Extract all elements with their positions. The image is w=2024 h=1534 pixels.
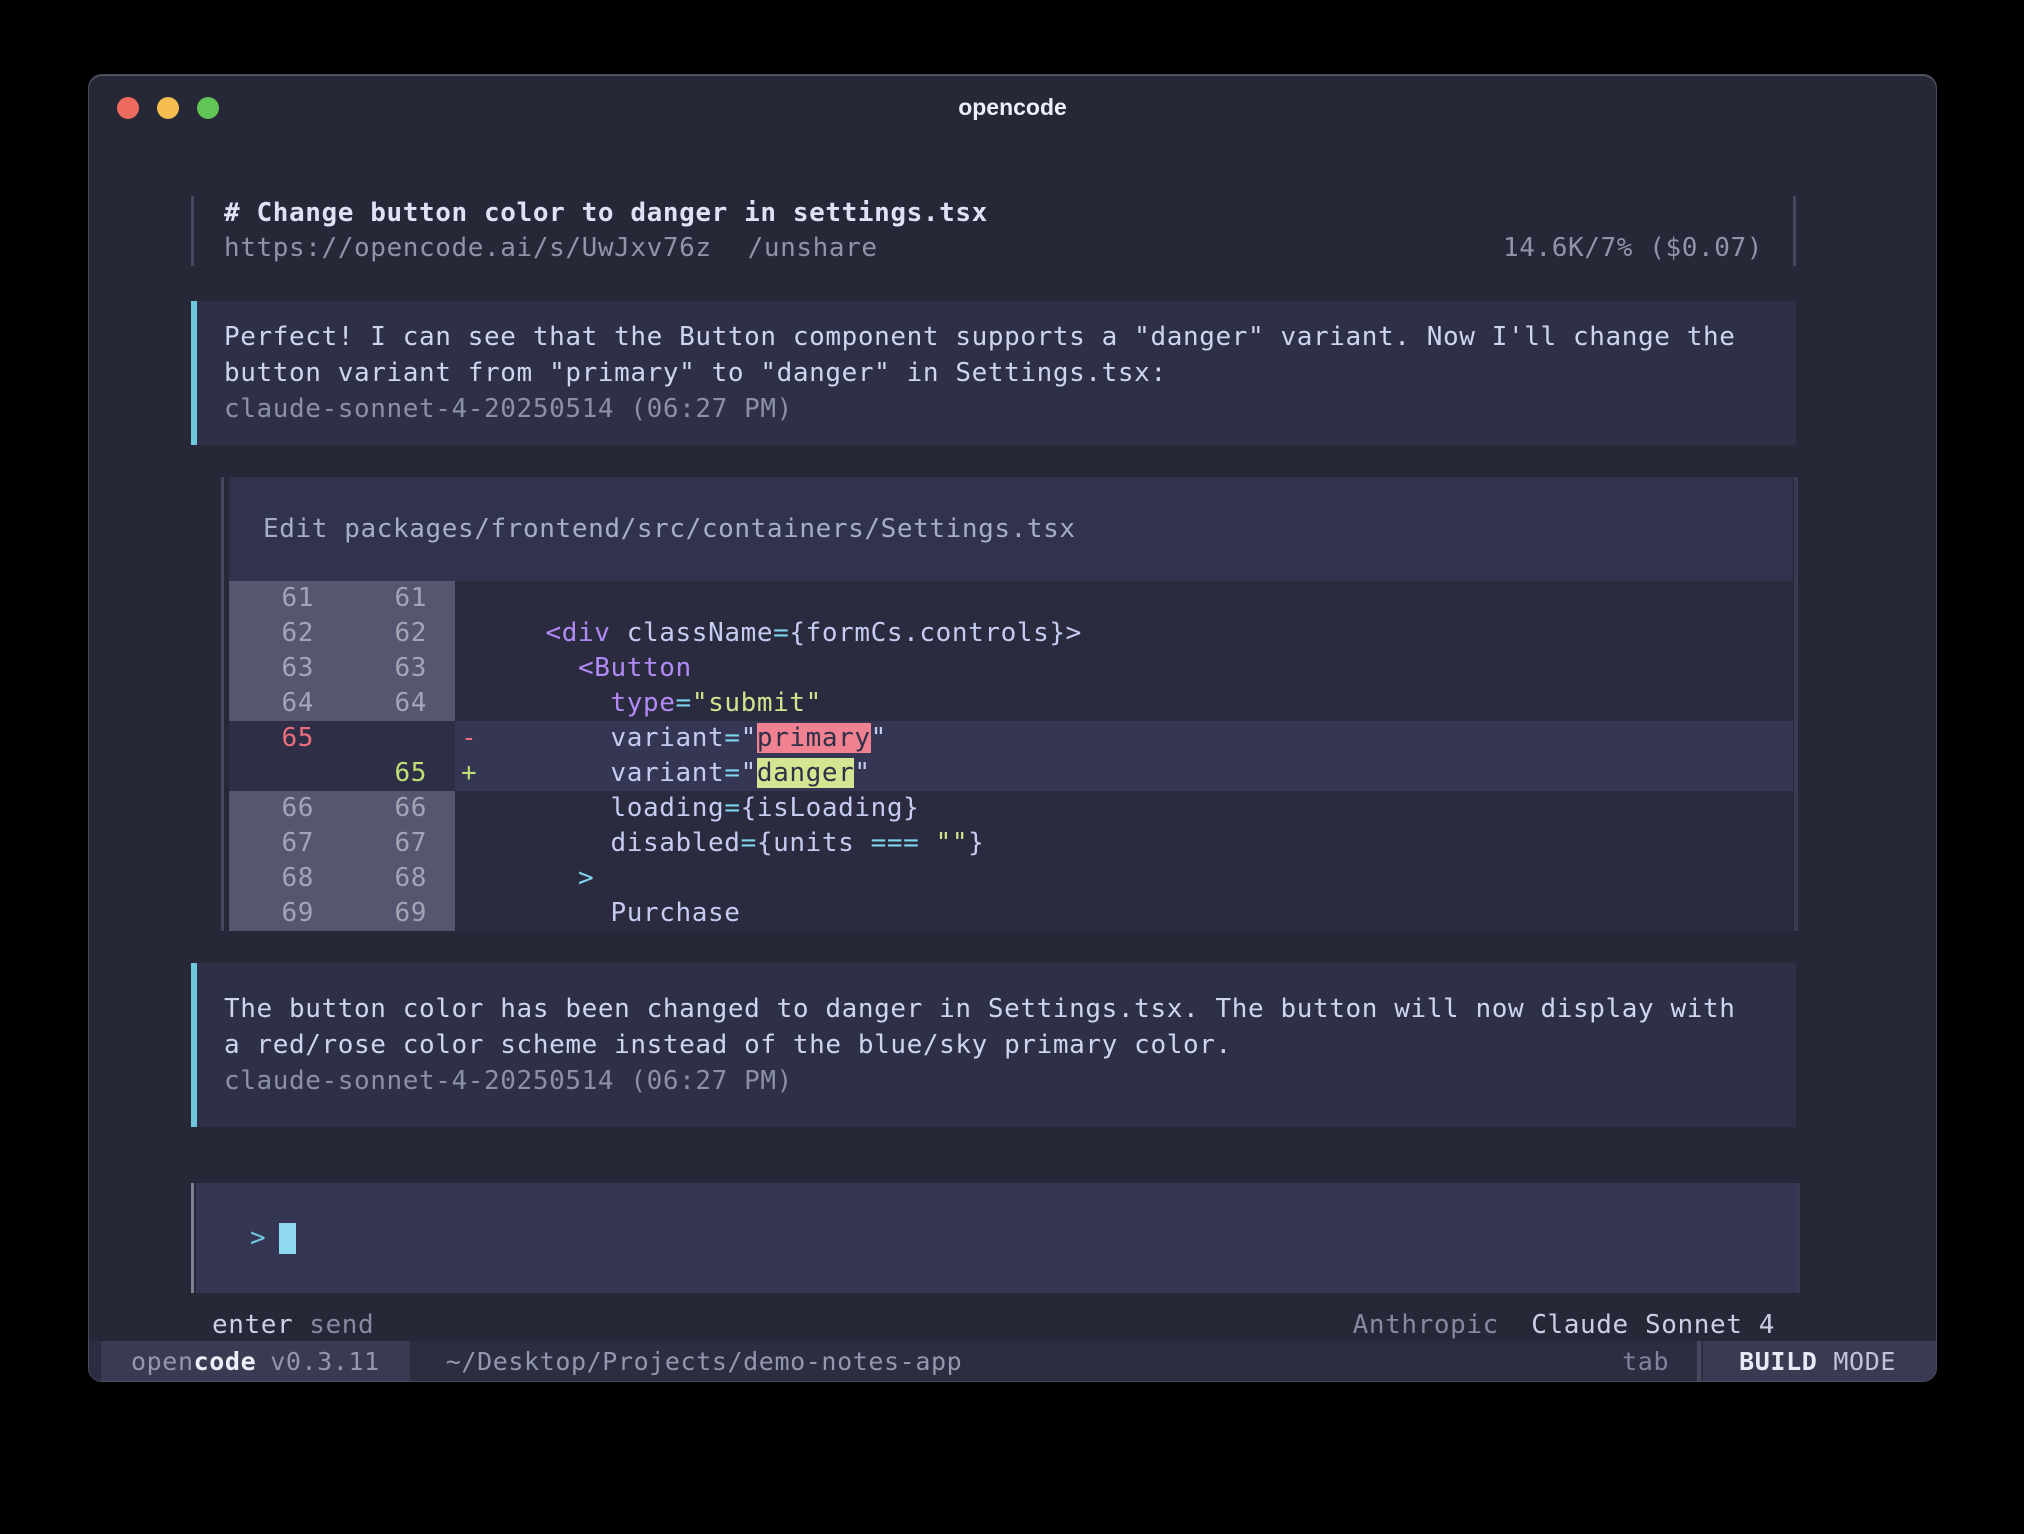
token-usage: 14.6K/7% ($0.07) xyxy=(1503,231,1763,266)
diff-row: 6464 type="submit" xyxy=(229,686,1793,721)
diff-row: 6868 > xyxy=(229,861,1793,896)
message-text: button variant from "primary" to "danger… xyxy=(224,355,1796,391)
edit-file-title: Edit packages/frontend/src/containers/Se… xyxy=(229,477,1793,581)
app-version: v0.3.11 xyxy=(270,1347,380,1376)
diff-row: 6666 loading={isLoading} xyxy=(229,791,1793,826)
mode-label: MODE xyxy=(1833,1347,1896,1376)
diff-row: 65- variant="primary" xyxy=(229,721,1793,756)
send-hint-label: send xyxy=(309,1309,374,1341)
mode-toggle[interactable]: BUILD MODE xyxy=(1703,1341,1936,1381)
status-bar: opencode v0.3.11 ~/Desktop/Projects/demo… xyxy=(89,1341,1936,1381)
hint-bar: enter send Anthropic Claude Sonnet 4 xyxy=(191,1309,1796,1341)
diff-row: 65+ variant="danger" xyxy=(229,756,1793,791)
app-version-segment: opencode v0.3.11 xyxy=(101,1341,410,1381)
titlebar: opencode xyxy=(89,75,1936,139)
share-url: https://opencode.ai/s/UwJxv76z xyxy=(224,231,712,266)
session-header: # Change button color to danger in setti… xyxy=(191,196,1796,266)
input-left-border xyxy=(191,1183,194,1293)
app-window: opencode # Change button color to danger… xyxy=(88,74,1937,1382)
window-title: opencode xyxy=(89,75,1936,139)
tab-key-hint: tab xyxy=(1622,1341,1697,1381)
message-text: Perfect! I can see that the Button compo… xyxy=(224,319,1796,355)
diff-row: 6767 disabled={units === ""} xyxy=(229,826,1793,861)
working-directory: ~/Desktop/Projects/demo-notes-app xyxy=(410,1341,963,1381)
edit-left-border xyxy=(221,477,224,931)
diff-rows: 61616262 <div className={formCs.controls… xyxy=(229,581,1793,931)
diff-row: 6161 xyxy=(229,581,1793,616)
message-meta: claude-sonnet-4-20250514 (06:27 PM) xyxy=(224,391,1796,427)
brand-code: code xyxy=(194,1347,257,1376)
statusbar-divider xyxy=(1697,1341,1701,1381)
assistant-message-2: The button color has been changed to dan… xyxy=(191,963,1796,1127)
mode-build-label: BUILD xyxy=(1739,1347,1817,1376)
prompt-input[interactable]: > xyxy=(196,1183,1796,1293)
model-name: Claude Sonnet 4 xyxy=(1531,1310,1775,1340)
message-text: The button color has been changed to dan… xyxy=(224,991,1796,1027)
provider-name: Anthropic xyxy=(1353,1310,1499,1340)
text-cursor xyxy=(279,1223,296,1254)
session-title: # Change button color to danger in setti… xyxy=(224,196,1763,231)
message-meta: claude-sonnet-4-20250514 (06:27 PM) xyxy=(224,1063,1796,1099)
diff-row: 6969 Purchase xyxy=(229,896,1793,931)
brand-open: open xyxy=(131,1347,194,1376)
input-scrollbar[interactable] xyxy=(1796,1183,1800,1293)
diff-row: 6363 <Button xyxy=(229,651,1793,686)
assistant-message-1: Perfect! I can see that the Button compo… xyxy=(191,301,1796,445)
prompt-input-row: > xyxy=(191,1183,1800,1293)
edit-scrollbar[interactable] xyxy=(1794,477,1798,931)
unshare-command: /unshare xyxy=(748,231,878,266)
diff-row: 6262 <div className={formCs.controls}> xyxy=(229,616,1793,651)
edit-tool-block: Edit packages/frontend/src/containers/Se… xyxy=(221,477,1936,931)
message-text: a red/rose color scheme instead of the b… xyxy=(224,1027,1796,1063)
enter-key-hint: enter xyxy=(212,1309,293,1341)
prompt-symbol: > xyxy=(250,1223,266,1253)
